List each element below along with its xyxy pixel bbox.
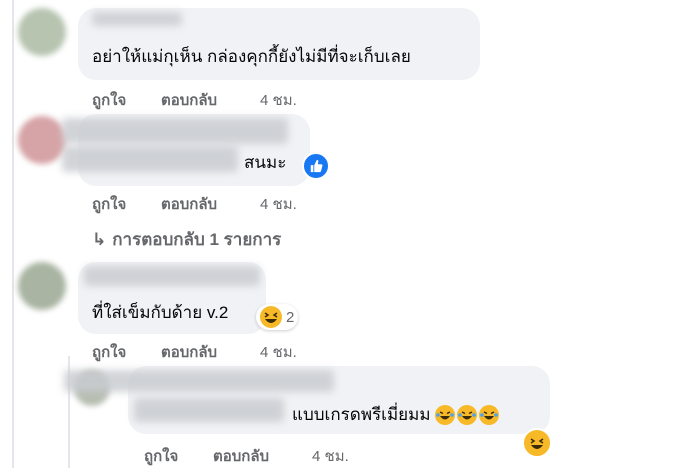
reply-text: แบบเกรดพรีเมี่ยมม: [292, 404, 499, 426]
reply-actions: ถูกใจ ตอบกลับ 4 ชม.: [144, 444, 349, 468]
reply-text-body: แบบเกรดพรีเมี่ยมม: [292, 405, 431, 424]
reaction-count: 2: [286, 308, 295, 326]
commenter-name-blurred[interactable]: [92, 12, 182, 26]
commenter-avatar[interactable]: [18, 262, 66, 310]
laughing-face-icon[interactable]: [522, 428, 552, 458]
like-link[interactable]: ถูกใจ: [92, 340, 161, 364]
reply-link[interactable]: ตอบกลับ: [161, 340, 260, 364]
thread-line: [12, 0, 14, 468]
timestamp[interactable]: 4 ชม.: [260, 88, 297, 112]
replies-label: การตอบกลับ 1 รายการ: [112, 230, 282, 249]
laughing-face-icon: [260, 306, 282, 328]
timestamp[interactable]: 4 ชม.: [260, 192, 297, 216]
tagged-name-blurred[interactable]: [62, 146, 238, 172]
comment-actions: ถูกใจ ตอบกลับ 4 ชม.: [92, 192, 297, 216]
comment-actions: ถูกใจ ตอบกลับ 4 ชม.: [92, 340, 297, 364]
commenter-name-blurred[interactable]: [62, 118, 288, 144]
reply-link[interactable]: ตอบกลับ: [161, 192, 260, 216]
reply-link[interactable]: ตอบกลับ: [213, 444, 312, 468]
commenter-avatar[interactable]: [18, 8, 66, 56]
view-replies-link[interactable]: ↳ การตอบกลับ 1 รายการ: [92, 226, 281, 253]
like-link[interactable]: ถูกใจ: [92, 88, 161, 112]
timestamp[interactable]: 4 ชม.: [312, 444, 349, 468]
comment-text: ที่ใส่เข็มกับด้าย v.2: [92, 303, 229, 322]
like-link[interactable]: ถูกใจ: [144, 444, 213, 468]
commenter-name-blurred[interactable]: [84, 266, 260, 286]
reply-arrow-icon: ↳: [92, 229, 107, 249]
like-icon[interactable]: [302, 152, 330, 180]
comment-text: อย่าให้แม่กุเห็น กล่องคุกกี้ยังไม่มีที่จ…: [92, 47, 411, 66]
commenter-avatar[interactable]: [18, 116, 66, 164]
comment-actions: ถูกใจ ตอบกลับ 4 ชม.: [92, 88, 297, 112]
laughing-tears-icon: [478, 405, 499, 425]
tagged-name-blurred[interactable]: [134, 398, 284, 422]
like-link[interactable]: ถูกใจ: [92, 192, 161, 216]
laughing-tears-icon: [434, 405, 455, 425]
reaction-summary[interactable]: 2: [256, 304, 299, 330]
laughing-tears-icon: [456, 405, 477, 425]
comment-text: สนมะ: [244, 153, 287, 172]
replier-name-blurred[interactable]: [64, 370, 334, 392]
timestamp[interactable]: 4 ชม.: [260, 340, 297, 364]
reply-link[interactable]: ตอบกลับ: [161, 88, 260, 112]
